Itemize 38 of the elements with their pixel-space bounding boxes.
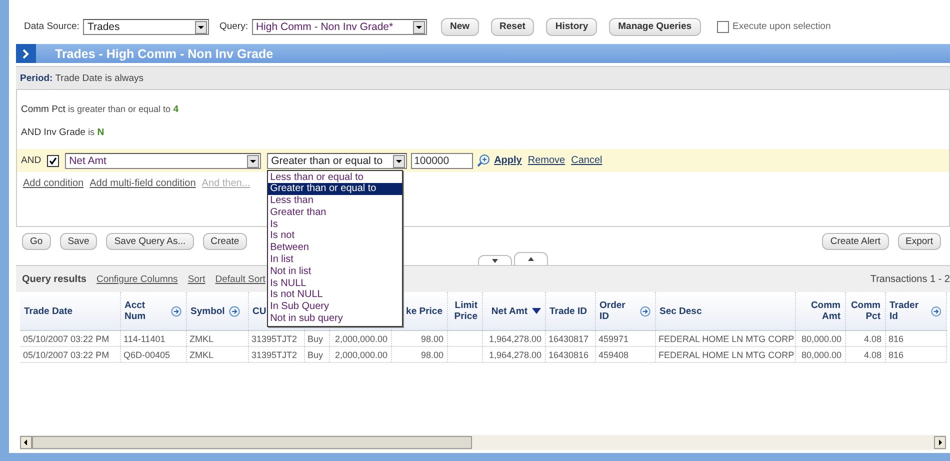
table-cell: 98.00 [391,346,447,362]
table-cell: 05/10/2007 03:22 PM [20,330,120,346]
results-title: Query results [22,274,86,284]
table-cell: 05/10/2007 03:22 PM [20,346,120,362]
table-cell: Buy [304,330,329,346]
query-label: Query: [219,21,248,32]
table-cell: 114-11401 [120,330,186,346]
table-cell: 2,000,000.00 [329,346,391,362]
table-cell: 1,964,278.00 [482,346,545,362]
table-cell: 2,000,000.00 [329,330,391,346]
table-cell: FEDERAL HOME LN MTG CORP [655,330,795,346]
table-cell: 816 [885,346,946,362]
table-cell: Buy [304,346,329,362]
transactions-count: Transactions 1 - 2 [870,274,950,284]
table-cell: 16430817 [545,330,595,346]
table-cell: 816 [885,330,946,346]
table-cell: FEDERAL HOME LN MTG CORP [655,346,795,362]
table-cell: 31395TJT2 [248,330,304,346]
table-cell: 80,000.00 [795,346,845,362]
table-cell: 459971 [595,330,655,346]
period-text: Period: Trade Date is always [20,72,144,84]
table-cell: ZMKL [186,330,248,346]
table-cell: 4.08 [845,346,885,362]
table-cell: 16430816 [545,346,595,362]
table-cell: 98.00 [391,330,447,346]
condition-text: Comm Pct is greater than or equal to 4 [21,103,180,117]
condition-text: AND Inv Grade is N [21,126,106,140]
table-cell: 459408 [595,346,655,362]
conjunction-label: AND [21,155,42,166]
table-cell: 80,000.00 [795,330,845,346]
panel-title: Trades - High Comm - Non Inv Grade [55,46,274,60]
data-source-label: Data Source: [24,21,80,32]
table-cell: 31395TJT2 [248,346,304,362]
table-cell: Q6D-00405 [120,346,186,362]
table-cell: 4.08 [845,330,885,346]
checkbox-label: Execute upon selection [732,21,831,32]
table-cell: 1,964,278.00 [482,330,545,346]
table-cell: ZMKL [186,346,248,362]
